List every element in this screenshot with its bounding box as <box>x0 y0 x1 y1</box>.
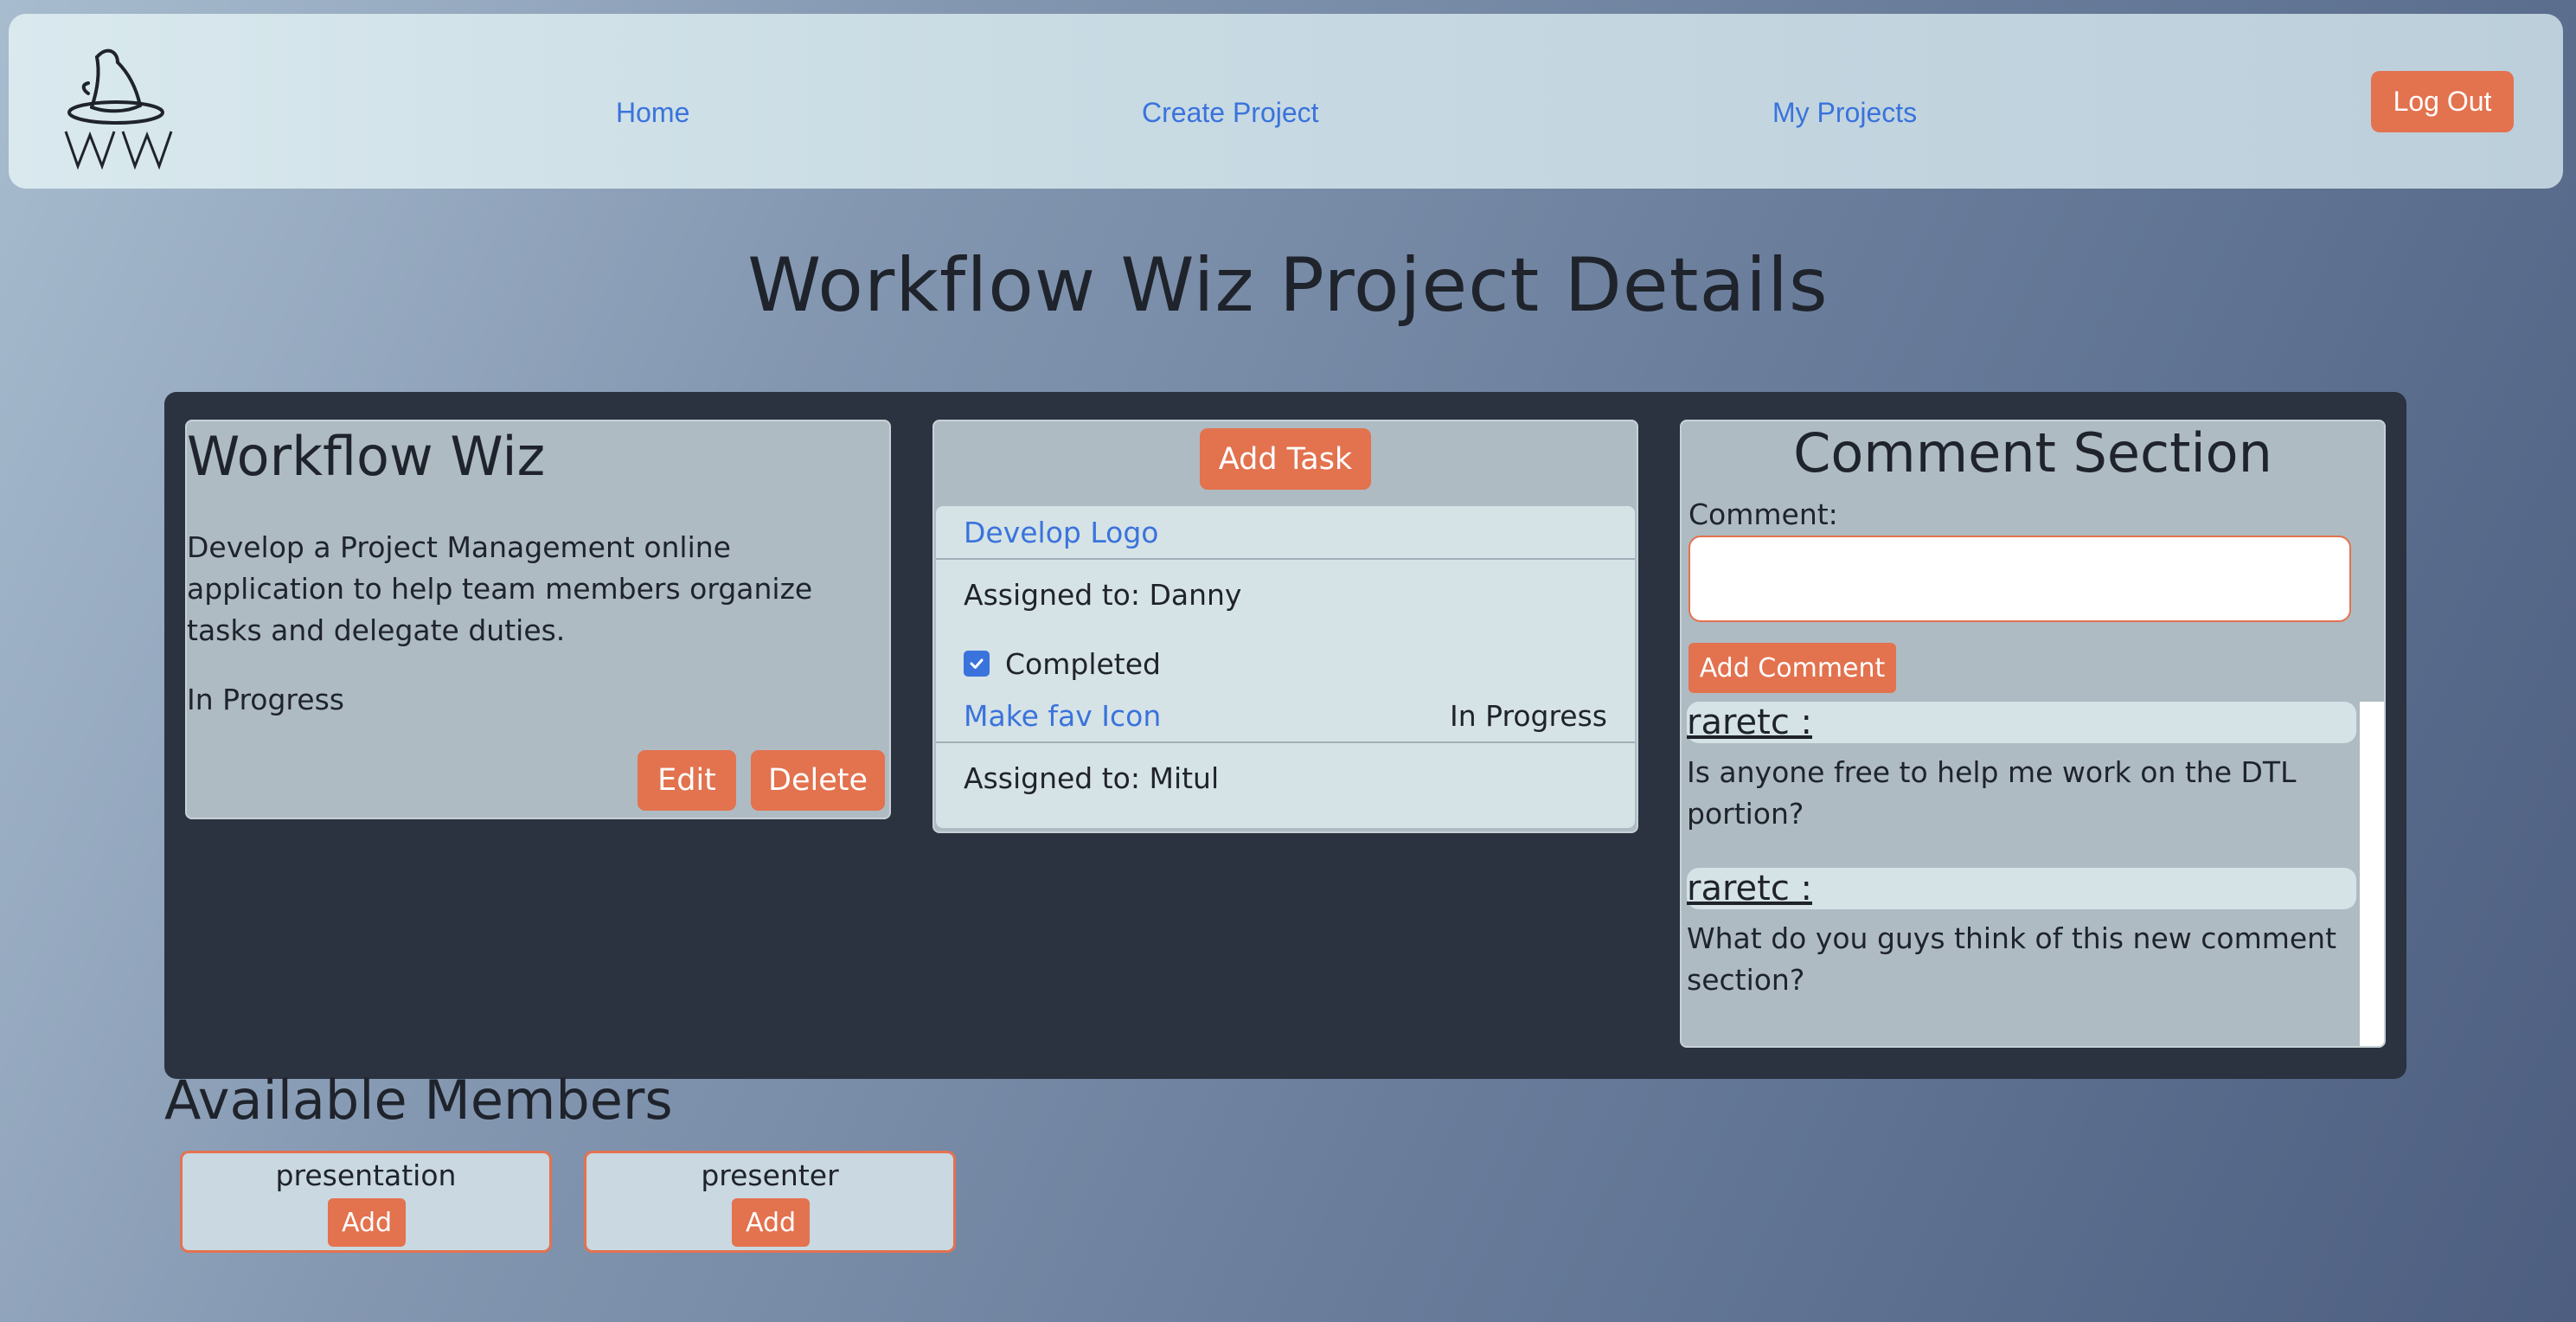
comment-textarea[interactable] <box>1688 536 2351 622</box>
comments-scrollbar[interactable] <box>2360 702 2384 1046</box>
member-card: presentation Add <box>180 1151 552 1253</box>
navbar: Home Create Project My Projects Log Out <box>9 14 2563 189</box>
task-assignee: Assigned to: Danny <box>964 577 1242 612</box>
page-title: Workflow Wiz Project Details <box>747 242 1829 329</box>
delete-project-button[interactable]: Delete <box>751 750 885 811</box>
comments-list[interactable]: raretc : Is anyone free to help me work … <box>1682 702 2384 1046</box>
project-status: In Progress <box>187 683 344 716</box>
checkmark-icon <box>970 658 984 669</box>
nav-my-projects-link[interactable]: My Projects <box>1772 97 1917 129</box>
add-task-button[interactable]: Add Task <box>1200 428 1371 490</box>
member-name: presentation <box>275 1158 457 1192</box>
comment-item: raretc : What do you guys think of this … <box>1687 868 2356 1001</box>
available-members-title: Available Members <box>164 1069 673 1132</box>
comment-section-title: Comment Section <box>1793 421 2272 485</box>
nav-home-link[interactable]: Home <box>616 97 689 129</box>
comment-text: What do you guys think of this new comme… <box>1687 921 2337 997</box>
completed-label: Completed <box>1005 646 1161 681</box>
task-item: Develop Logo Assigned to: Danny Complete… <box>936 506 1635 690</box>
nav-create-project-link[interactable]: Create Project <box>1142 97 1319 129</box>
task-name-link[interactable]: Make fav Icon <box>964 699 1161 733</box>
member-name: presenter <box>701 1158 839 1192</box>
member-card: presenter Add <box>584 1151 956 1253</box>
project-description: Develop a Project Management online appl… <box>187 530 813 647</box>
task-header: Make fav Icon In Progress <box>936 690 1635 743</box>
task-card: Add Task Develop Logo Assigned to: Danny… <box>932 420 1638 833</box>
completed-checkbox[interactable] <box>964 651 990 677</box>
task-header: Develop Logo <box>936 506 1635 560</box>
project-card: Workflow Wiz Develop a Project Managemen… <box>185 420 891 819</box>
comment-item: raretc : Is anyone free to help me work … <box>1687 702 2356 835</box>
task-status: In Progress <box>1450 698 1607 733</box>
comment-author[interactable]: raretc : <box>1687 702 2356 743</box>
comment-section: Comment Section Comment: Add Comment rar… <box>1680 420 2386 1048</box>
comment-text: Is anyone free to help me work on the DT… <box>1687 755 2297 831</box>
add-comment-button[interactable]: Add Comment <box>1688 643 1896 693</box>
project-name: Workflow Wiz <box>187 425 546 488</box>
wizard-hat-logo-icon[interactable] <box>62 40 178 170</box>
comment-author[interactable]: raretc : <box>1687 868 2356 909</box>
logout-button[interactable]: Log Out <box>2371 71 2514 132</box>
project-details-panel: Workflow Wiz Develop a Project Managemen… <box>164 392 2406 1079</box>
add-member-button[interactable]: Add <box>328 1198 406 1247</box>
task-assignee: Assigned to: Mitul <box>964 760 1220 795</box>
task-completed-row: Completed <box>964 629 1607 698</box>
task-name-link[interactable]: Develop Logo <box>964 516 1158 549</box>
add-member-button[interactable]: Add <box>732 1198 810 1247</box>
edit-project-button[interactable]: Edit <box>638 750 736 811</box>
comment-field-label: Comment: <box>1688 497 1838 531</box>
task-item: Make fav Icon In Progress Assigned to: M… <box>936 690 1635 828</box>
